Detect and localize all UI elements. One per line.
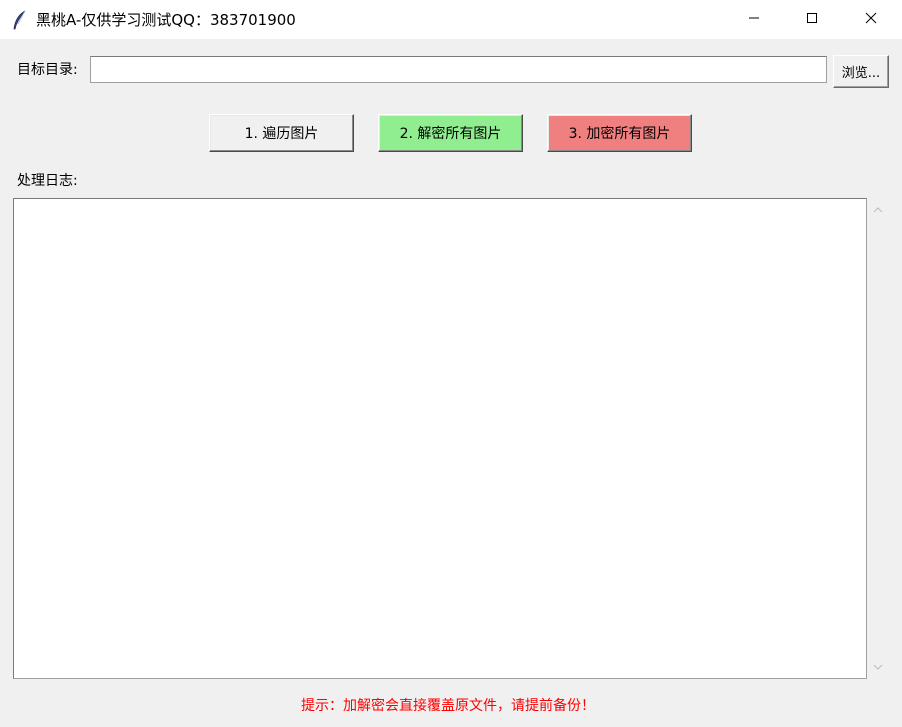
chevron-down-icon	[873, 660, 883, 675]
directory-input[interactable]	[90, 56, 827, 83]
maximize-button[interactable]	[783, 0, 841, 39]
feather-icon	[12, 10, 28, 30]
browse-button[interactable]: 浏览...	[833, 55, 889, 88]
minimize-button[interactable]	[725, 0, 783, 39]
encrypt-all-button[interactable]: 3. 加密所有图片	[547, 114, 692, 152]
title-bar[interactable]: 黑桃A-仅供学习测试QQ：383701900	[0, 0, 902, 39]
scroll-up-button[interactable]	[868, 198, 888, 222]
scroll-down-button[interactable]	[868, 655, 888, 679]
window-title: 黑桃A-仅供学习测试QQ：383701900	[36, 11, 296, 29]
close-icon	[865, 12, 877, 28]
decrypt-all-button[interactable]: 2. 解密所有图片	[378, 114, 523, 152]
app-window: 黑桃A-仅供学习测试QQ：383701900 目标目录: 浏览... 1. 遍历…	[0, 0, 902, 727]
log-scrollbar[interactable]	[868, 198, 888, 679]
maximize-icon	[806, 12, 818, 28]
log-textarea[interactable]	[13, 198, 867, 679]
scan-images-button[interactable]: 1. 遍历图片	[209, 114, 354, 152]
warning-hint: 提示：加解密会直接覆盖原文件，请提前备份！	[301, 698, 595, 714]
log-label: 处理日志:	[17, 173, 78, 189]
chevron-up-icon	[873, 203, 883, 218]
minimize-icon	[748, 12, 760, 28]
directory-label: 目标目录:	[17, 62, 78, 78]
close-button[interactable]	[842, 0, 900, 39]
